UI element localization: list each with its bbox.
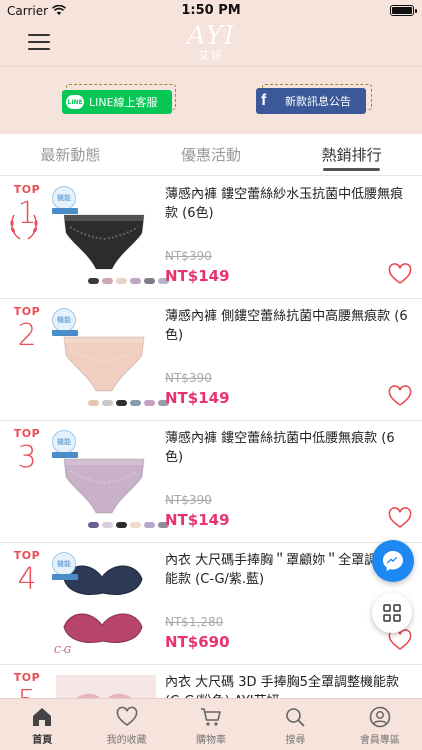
nav-home[interactable]: 首頁 xyxy=(0,699,84,750)
product-list-item[interactable]: TOP 3 機能 薄感內褲 鏤空蕾絲抗菌中低腰無痕款 (6色) NT$390 NT$149 xyxy=(0,421,422,543)
feature-badge: 機能 xyxy=(52,308,76,332)
favorite-heart-icon[interactable] xyxy=(388,507,412,529)
heart-icon xyxy=(116,706,137,726)
original-price: NT$390 xyxy=(165,493,212,507)
rank-prefix: TOP xyxy=(13,549,41,562)
feature-badge-bar xyxy=(52,330,78,336)
color-swatch xyxy=(130,400,141,406)
user-icon xyxy=(369,706,391,728)
logo-subtitle: 艾妍 xyxy=(198,49,224,62)
nav-favorites[interactable]: 我的收藏 xyxy=(84,699,168,750)
facebook-icon: f xyxy=(261,92,267,109)
favorite-heart-icon[interactable] xyxy=(388,263,412,285)
color-swatches xyxy=(88,400,169,406)
color-swatches xyxy=(88,522,169,528)
product-image[interactable]: 機能 xyxy=(50,183,169,291)
line-support-label: LINE線上客服 xyxy=(89,96,158,109)
sale-price: NT$149 xyxy=(165,511,230,529)
rank-prefix: TOP xyxy=(13,427,41,440)
messenger-button[interactable] xyxy=(372,540,414,582)
nav-favorites-label: 我的收藏 xyxy=(106,735,147,746)
status-time: 1:50 PM xyxy=(181,3,241,18)
color-swatch xyxy=(102,522,113,528)
original-price: NT$390 xyxy=(165,371,212,385)
rank-number: 4 xyxy=(17,562,37,597)
color-swatch xyxy=(130,522,141,528)
feature-badge-bar xyxy=(52,452,78,458)
nav-member[interactable]: 會員專區 xyxy=(338,699,422,750)
favorite-heart-icon[interactable] xyxy=(388,385,412,407)
original-price: NT$390 xyxy=(165,249,212,263)
feature-badge: 機能 xyxy=(52,430,76,454)
feature-badge-bar xyxy=(52,208,78,214)
bottom-nav: 首頁 我的收藏 購物車 搜尋 會員專區 xyxy=(0,698,422,750)
nav-home-label: 首頁 xyxy=(32,735,53,746)
nav-search[interactable]: 搜尋 xyxy=(253,699,337,750)
product-title[interactable]: 薄感內褲 側鏤空蕾絲抗菌中高腰無痕款 (6色) xyxy=(165,307,410,345)
product-image[interactable]: C-G 機能 xyxy=(50,549,158,657)
color-swatch xyxy=(102,400,113,406)
rank-prefix: TOP xyxy=(13,305,41,318)
rank-number: 2 xyxy=(17,318,37,353)
color-swatch xyxy=(88,522,99,528)
rank-prefix: TOP xyxy=(13,183,41,196)
product-title[interactable]: 薄感內褲 鏤空蕾絲抗菌中低腰無痕款 (6色) xyxy=(165,429,410,467)
feature-badge-bar xyxy=(52,574,78,580)
product-list-item[interactable]: TOP 2 機能 薄感內褲 側鏤空蕾絲抗菌中高腰無痕款 (6色) NT$390 NT$14… xyxy=(0,299,422,421)
menu-icon[interactable] xyxy=(28,34,50,52)
category-tabs: 最新動態 優惠活動 熱銷排行 xyxy=(0,134,422,176)
sale-price: NT$149 xyxy=(165,389,230,407)
nav-search-label: 搜尋 xyxy=(285,735,306,746)
product-list-item[interactable]: TOP 4 C-G 機能 內衣 大尺碼手捧胸＂罩顧妳＂全罩調整機能款 (C-G/紫.藍)… xyxy=(0,543,422,665)
brand-logo: AYI 艾妍 xyxy=(175,22,247,64)
rank-label: TOP 4 xyxy=(6,549,48,598)
color-swatch xyxy=(88,278,99,284)
tab-latest-news[interactable]: 最新動態 xyxy=(0,134,141,175)
color-swatch xyxy=(130,278,141,284)
rank-label: TOP 2 xyxy=(6,305,48,354)
search-icon xyxy=(286,708,306,727)
grid-icon xyxy=(383,604,401,622)
logo-wordmark: AYI xyxy=(186,21,236,51)
product-list-item[interactable]: TOP 1 機能 薄感內褲 鏤空蕾絲紗水玉抗菌中低腰無痕款 (6色) NT$390 NT$… xyxy=(0,177,422,299)
line-logo-icon: LINE xyxy=(66,95,84,109)
color-swatch xyxy=(116,278,127,284)
sale-price: NT$690 xyxy=(165,633,230,651)
product-image[interactable]: 機能 xyxy=(50,427,169,535)
nav-cart[interactable]: 購物車 xyxy=(169,699,253,750)
facebook-news-label: 新款訊息公告 xyxy=(285,95,351,108)
color-swatch xyxy=(116,522,127,528)
rank-number: 3 xyxy=(17,440,37,475)
home-icon xyxy=(33,708,52,726)
color-swatches xyxy=(88,278,169,284)
product-image[interactable]: 機能 xyxy=(50,305,169,413)
nav-member-label: 會員專區 xyxy=(359,735,400,746)
line-support-button[interactable]: LINE LINE線上客服 xyxy=(62,84,176,114)
messenger-icon xyxy=(383,551,403,571)
feature-badge: 機能 xyxy=(52,552,76,576)
tab-promotions[interactable]: 優惠活動 xyxy=(141,134,282,175)
color-swatch xyxy=(116,400,127,406)
battery-icon xyxy=(390,5,417,16)
color-swatch xyxy=(144,278,155,284)
rank-prefix: TOP xyxy=(13,671,41,684)
laurel-icon xyxy=(10,214,38,240)
rank-label: TOP 3 xyxy=(6,427,48,476)
status-bar: Carrier 1:50 PM xyxy=(0,0,422,22)
nav-cart-label: 購物車 xyxy=(196,735,227,746)
color-swatch xyxy=(144,522,155,528)
facebook-news-button[interactable]: f 新款訊息公告 xyxy=(256,84,372,116)
original-price: NT$1,280 xyxy=(165,615,224,629)
feature-badge: 機能 xyxy=(52,186,76,210)
grid-menu-button[interactable] xyxy=(372,593,412,633)
product-title[interactable]: 薄感內褲 鏤空蕾絲紗水玉抗菌中低腰無痕款 (6色) xyxy=(165,185,410,223)
tab-best-sellers[interactable]: 熱銷排行 xyxy=(281,134,422,175)
color-swatch xyxy=(144,400,155,406)
color-swatch xyxy=(102,278,113,284)
svg-text:C-G: C-G xyxy=(54,646,71,656)
color-swatch xyxy=(88,400,99,406)
cart-icon xyxy=(201,708,221,726)
sale-price: NT$149 xyxy=(165,267,230,285)
app-header: AYI 艾妍 xyxy=(0,22,422,66)
